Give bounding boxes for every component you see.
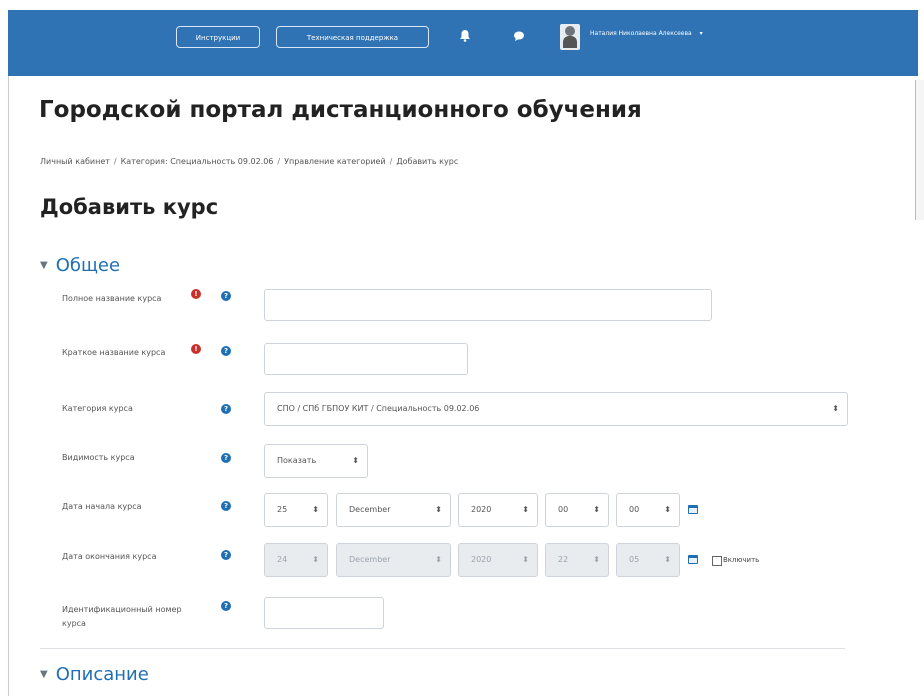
end-day-select[interactable]: 24 ⬍	[264, 543, 328, 577]
end-year-value: 2020	[471, 555, 492, 564]
select-arrow-icon: ⬍	[593, 505, 600, 514]
select-arrow-icon: ⬍	[312, 505, 319, 514]
help-icon[interactable]: ?	[221, 404, 231, 414]
category-label: Категория курса	[62, 404, 133, 413]
end-year-select[interactable]: 2020 ⬍	[458, 543, 538, 577]
bell-icon[interactable]	[459, 29, 471, 45]
select-arrow-icon: ⬍	[664, 505, 671, 514]
user-name: Наталия Николаевна Алексеева	[590, 30, 692, 37]
chevron-down-icon: ▾	[699, 30, 703, 37]
section-description-toggle[interactable]: ▼ Описание	[40, 664, 149, 685]
select-arrow-icon: ⬍	[312, 555, 319, 564]
end-hour-value: 22	[558, 555, 569, 564]
section-divider	[40, 648, 845, 649]
start-year-value: 2020	[471, 505, 492, 514]
calendar-icon[interactable]	[688, 505, 698, 514]
breadcrumb-item-manage[interactable]: Управление категорией	[284, 157, 386, 166]
help-icon[interactable]: ?	[221, 501, 231, 511]
page-title: Добавить курс	[40, 195, 219, 219]
end-minute-value: 05	[629, 555, 640, 564]
start-day-value: 25	[277, 505, 288, 514]
fullname-input[interactable]	[264, 289, 712, 321]
enable-enddate-label[interactable]: Включить	[723, 556, 759, 564]
startdate-label: Дата начала курса	[62, 502, 142, 511]
help-icon[interactable]: ?	[221, 601, 231, 611]
scrollbar[interactable]	[915, 80, 924, 220]
start-hour-select[interactable]: 00 ⬍	[545, 493, 609, 527]
visibility-label: Видимость курса	[62, 453, 135, 462]
visibility-select[interactable]: Показать ⬍	[264, 444, 368, 478]
support-button[interactable]: Техническая поддержка	[276, 26, 429, 48]
start-minute-value: 00	[629, 505, 640, 514]
collapse-icon: ▼	[40, 260, 48, 271]
idnumber-label: Идентификационный номер курса	[62, 605, 182, 628]
select-arrow-icon: ⬍	[832, 404, 839, 413]
user-menu[interactable]: Наталия Николаевна Алексеева ▾	[590, 30, 703, 37]
section-general-toggle[interactable]: ▼ Общее	[40, 255, 120, 276]
section-description-title: Описание	[55, 664, 149, 685]
breadcrumb-item-category[interactable]: Категория: Специальность 09.02.06	[121, 157, 274, 166]
calendar-icon[interactable]	[688, 555, 698, 564]
category-select-value: СПО / СПб ГБПОУ КИТ / Специальность 09.0…	[277, 404, 480, 413]
start-minute-select[interactable]: 00 ⬍	[616, 493, 680, 527]
fullname-label: Полное название курса	[62, 294, 162, 303]
start-month-value: December	[349, 505, 391, 514]
breadcrumb-item-current: Добавить курс	[396, 157, 459, 166]
end-minute-select[interactable]: 05 ⬍	[616, 543, 680, 577]
select-arrow-icon: ⬍	[435, 505, 442, 514]
required-icon: !	[191, 289, 201, 299]
visibility-select-value: Показать	[277, 456, 317, 465]
help-icon[interactable]: ?	[221, 291, 231, 301]
select-arrow-icon: ⬍	[435, 555, 442, 564]
end-month-value: December	[349, 555, 391, 564]
select-arrow-icon: ⬍	[593, 555, 600, 564]
avatar[interactable]	[560, 24, 580, 50]
start-month-select[interactable]: December ⬍	[336, 493, 451, 527]
breadcrumb: Личный кабинет / Категория: Специальность …	[40, 157, 459, 166]
section-general-title: Общее	[55, 255, 121, 276]
end-hour-select[interactable]: 22 ⬍	[545, 543, 609, 577]
select-arrow-icon: ⬍	[522, 555, 529, 564]
instructions-button[interactable]: Инструкции	[176, 26, 260, 48]
collapse-icon: ▼	[40, 669, 48, 680]
breadcrumb-item-dashboard[interactable]: Личный кабинет	[40, 157, 110, 166]
end-day-value: 24	[277, 555, 288, 564]
required-icon: !	[191, 344, 201, 354]
select-arrow-icon: ⬍	[352, 456, 359, 465]
chat-icon[interactable]	[513, 31, 525, 45]
select-arrow-icon: ⬍	[522, 505, 529, 514]
enddate-label: Дата окончания курса	[62, 552, 157, 561]
category-select[interactable]: СПО / СПб ГБПОУ КИТ / Специальность 09.0…	[264, 392, 848, 426]
start-day-select[interactable]: 25 ⬍	[264, 493, 328, 527]
start-year-select[interactable]: 2020 ⬍	[458, 493, 538, 527]
start-hour-value: 00	[558, 505, 569, 514]
select-arrow-icon: ⬍	[664, 555, 671, 564]
shortname-label: Краткое название курса	[62, 348, 166, 357]
end-month-select[interactable]: December ⬍	[336, 543, 451, 577]
site-title: Городской портал дистанционного обучения	[39, 97, 642, 123]
help-icon[interactable]: ?	[221, 453, 231, 463]
shortname-input[interactable]	[264, 343, 468, 375]
help-icon[interactable]: ?	[221, 550, 231, 560]
idnumber-input[interactable]	[264, 597, 384, 629]
help-icon[interactable]: ?	[221, 346, 231, 356]
enable-enddate-checkbox[interactable]	[712, 556, 722, 566]
